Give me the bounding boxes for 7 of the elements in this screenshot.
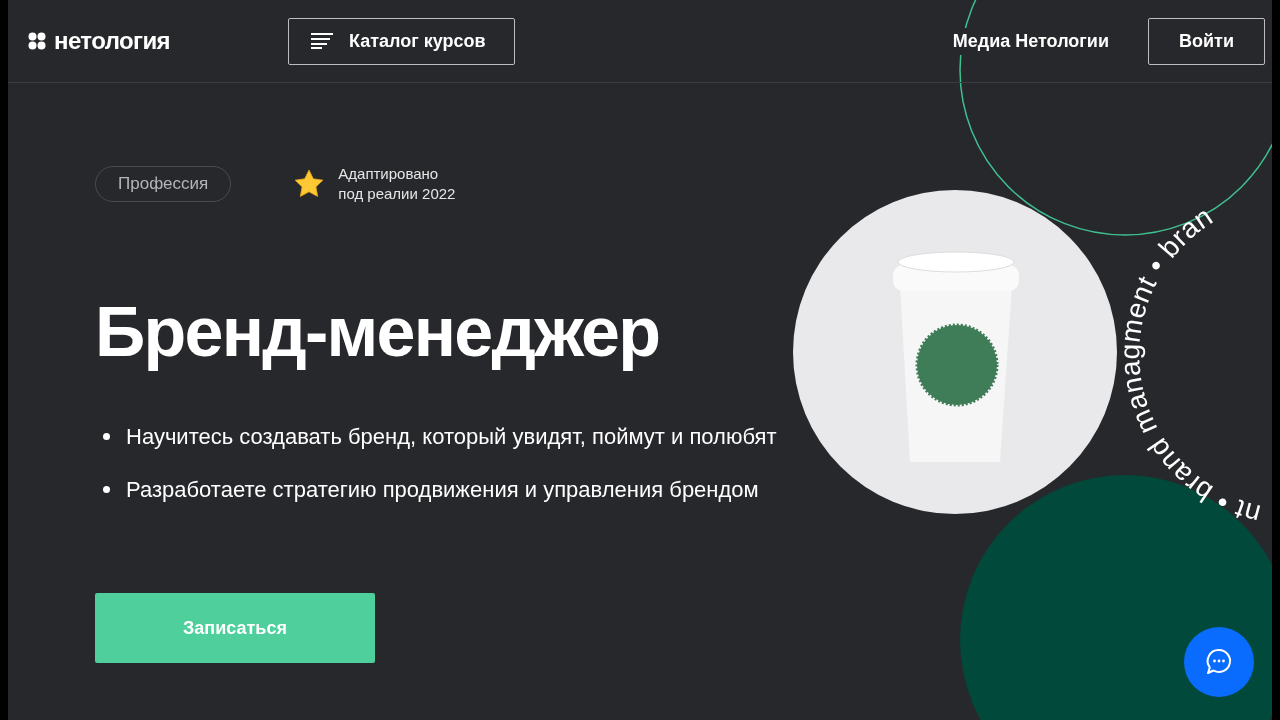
logo-link[interactable]: нетология bbox=[54, 23, 170, 59]
media-link[interactable]: Медиа Нетологии bbox=[950, 27, 1111, 55]
adapted-note: Адаптировано под реалии 2022 bbox=[338, 164, 456, 204]
feature-text: Разработаете стратегию продвижения и управления брендом bbox=[126, 476, 759, 504]
catalog-button[interactable]: Каталог курсов bbox=[288, 17, 515, 65]
login-button[interactable]: Войти bbox=[1148, 17, 1265, 65]
feature-text: Научитесь создавать бренд, который увидят, поймут и полюбят bbox=[126, 423, 777, 451]
